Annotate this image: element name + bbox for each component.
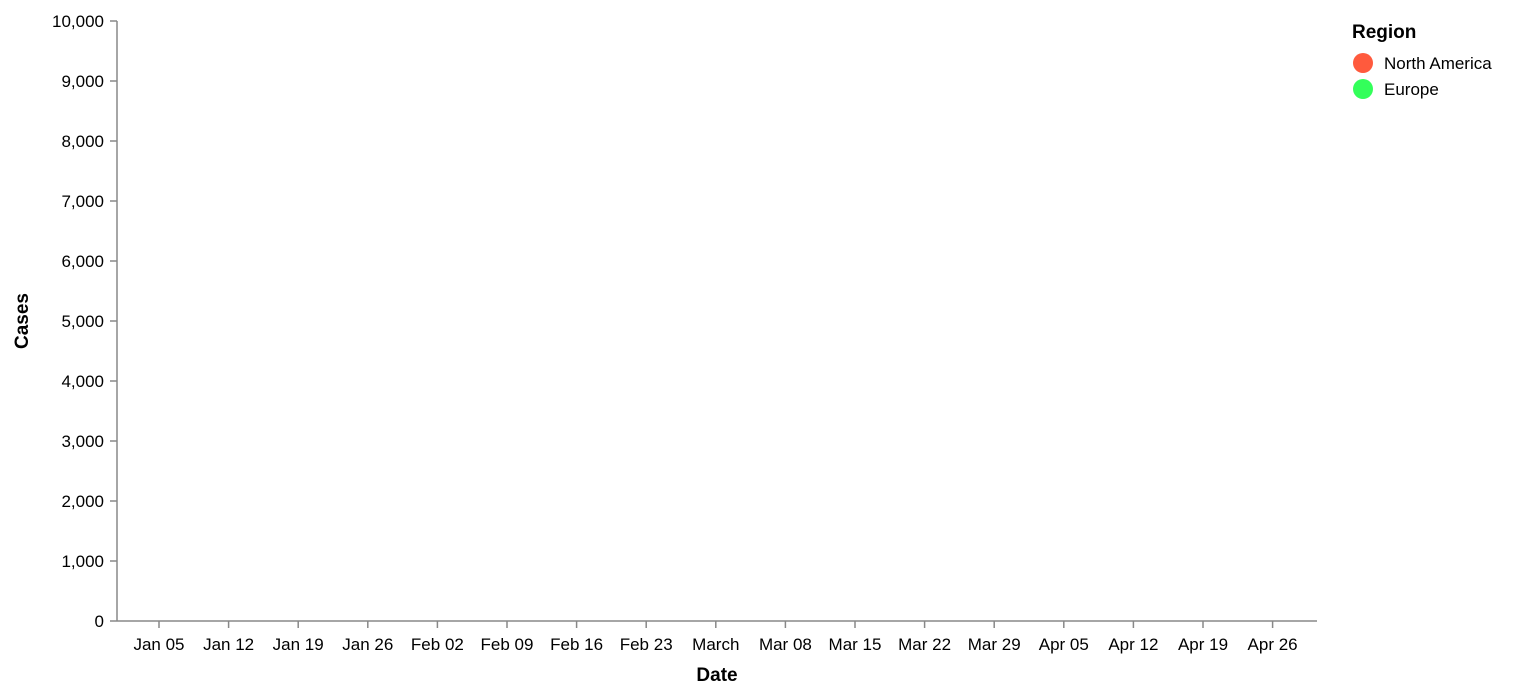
x-tick-label: Feb 23 [620, 635, 673, 654]
y-tick-label: 10,000 [52, 12, 104, 31]
x-tick-label: Apr 05 [1039, 635, 1089, 654]
legend: Region North America Europe [1352, 22, 1492, 99]
y-axis: 0 1,000 2,000 3,000 4,000 5,000 6,000 7,000 8,00… [52, 12, 118, 631]
x-tick-label: Feb 16 [550, 635, 603, 654]
y-tick-label: 6,000 [61, 252, 104, 271]
chart: 0 1,000 2,000 3,000 4,000 5,000 6,000 7,000 8,00… [0, 0, 1522, 694]
chart-svg: 0 1,000 2,000 3,000 4,000 5,000 6,000 7,000 8,00… [12, 12, 1492, 686]
x-axis: Jan 05 Jan 12 Jan 19 Jan 26 Feb 02 Feb 09 Feb … [117, 620, 1317, 654]
x-tick-label: Jan 19 [273, 635, 324, 654]
y-tick-label: 3,000 [61, 432, 104, 451]
legend-label: Europe [1384, 80, 1439, 99]
legend-swatch [1353, 53, 1373, 73]
legend-item: North America [1353, 53, 1492, 73]
legend-title: Region [1352, 22, 1416, 43]
x-tick-label: Apr 26 [1248, 635, 1298, 654]
x-tick-label: Apr 12 [1108, 635, 1158, 654]
y-axis-title: Cases [12, 293, 33, 349]
x-axis-title: Date [696, 665, 737, 686]
x-tick-label: March [692, 635, 739, 654]
y-tick-label: 9,000 [61, 72, 104, 91]
x-tick-label: Mar 29 [968, 635, 1021, 654]
x-tick-label: Mar 15 [829, 635, 882, 654]
x-tick-label: Mar 08 [759, 635, 812, 654]
legend-items: North America Europe [1353, 53, 1492, 99]
y-tick-label: 0 [95, 612, 104, 631]
x-tick-label: Feb 09 [481, 635, 534, 654]
legend-swatch [1353, 79, 1373, 99]
legend-item: Europe [1353, 79, 1439, 99]
x-tick-label: Jan 26 [342, 635, 393, 654]
x-tick-label: Jan 05 [133, 635, 184, 654]
x-tick-label: Feb 02 [411, 635, 464, 654]
y-tick-label: 8,000 [61, 132, 104, 151]
y-tick-label: 4,000 [61, 372, 104, 391]
legend-label: North America [1384, 54, 1492, 73]
x-tick-label: Mar 22 [898, 635, 951, 654]
y-tick-label: 5,000 [61, 312, 104, 331]
x-tick-label: Apr 19 [1178, 635, 1228, 654]
y-tick-label: 7,000 [61, 192, 104, 211]
x-tick-label: Jan 12 [203, 635, 254, 654]
y-tick-label: 2,000 [61, 492, 104, 511]
y-tick-label: 1,000 [61, 552, 104, 571]
